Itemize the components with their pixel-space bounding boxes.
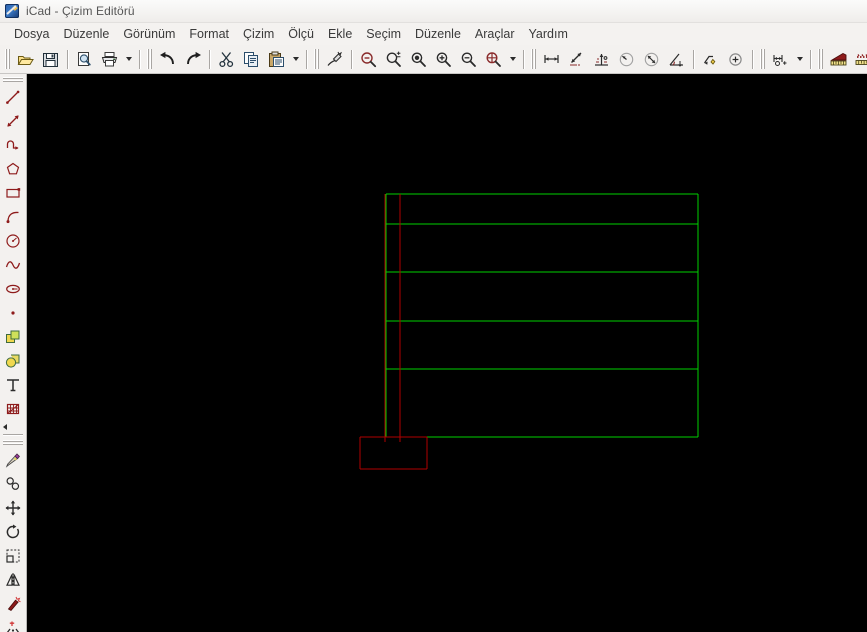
application-window: iCad - Çizim Editörü Dosya Düzenle Görün… [0,0,867,632]
print-dropdown-arrow[interactable] [122,47,135,72]
toolbar-grip[interactable] [313,49,320,69]
hatch-icon[interactable] [1,397,25,421]
redo-icon[interactable] [180,47,205,72]
dimension-style-dropdown-arrow[interactable] [793,47,806,72]
zoom-previous-icon[interactable] [356,47,381,72]
menu-gorunum[interactable]: Görünüm [116,25,182,43]
text-icon[interactable] [1,373,25,397]
menu-yardim[interactable]: Yardım [522,25,575,43]
block-insert-icon[interactable] [1,349,25,373]
zoom-in-icon[interactable] [431,47,456,72]
drawing-geometry [359,193,699,470]
zoom-window-icon[interactable] [381,47,406,72]
block-make-icon[interactable] [1,325,25,349]
scale-icon[interactable] [1,544,25,568]
menu-duzenle[interactable]: Düzenle [56,25,116,43]
line-icon[interactable] [1,85,25,109]
menu-dosya[interactable]: Dosya [7,25,56,43]
print-preview-icon[interactable] [72,47,97,72]
paste-icon[interactable] [264,47,289,72]
sidebar-grip-draw[interactable] [3,76,23,83]
zoom-dropdown-arrow[interactable] [506,47,519,72]
print-icon[interactable] [97,47,122,72]
move-icon[interactable] [1,496,25,520]
toolbar-grip[interactable] [146,49,153,69]
explode-icon[interactable] [1,592,25,616]
zoom-all-icon[interactable] [481,47,506,72]
linetype-icon[interactable] [851,47,867,72]
zoom-realtime-icon[interactable] [406,47,431,72]
copy-object-icon[interactable] [1,472,25,496]
menu-duzenle-2[interactable]: Düzenle [408,25,468,43]
draw-modify-toolbar [0,74,27,632]
polyline-icon[interactable] [1,133,25,157]
dimension-linear-icon[interactable] [539,47,564,72]
rectangle-icon[interactable] [1,181,25,205]
layer-properties-icon[interactable] [826,47,851,72]
main-toolbar [0,45,867,74]
menu-format[interactable]: Format [182,25,236,43]
title-bar: iCad - Çizim Editörü [0,0,867,23]
menu-olcu[interactable]: Ölçü [281,25,321,43]
toolbar-separator [306,49,307,69]
toolbar-separator [752,49,753,69]
toolbar-separator [209,49,210,69]
sidebar-grip-modify[interactable] [3,439,23,446]
menu-cizim[interactable]: Çizim [236,25,281,43]
workspace [0,74,867,632]
dimension-style-icon[interactable] [768,47,793,72]
menu-bar: Dosya Düzenle Görünüm Format Çizim Ölçü … [0,23,867,45]
open-folder-icon[interactable] [13,47,38,72]
dimension-center-icon[interactable] [723,47,748,72]
dimension-radius-icon[interactable] [614,47,639,72]
dimension-leader-icon[interactable] [698,47,723,72]
circle-icon[interactable] [1,229,25,253]
ellipse-icon[interactable] [1,277,25,301]
drawing-canvas[interactable] [27,74,867,632]
toolbar-grip[interactable] [4,49,11,69]
toolbar-separator [810,49,811,69]
dimension-diameter-icon[interactable] [639,47,664,72]
construction-line-icon[interactable] [1,109,25,133]
mirror-icon[interactable] [1,568,25,592]
toolbar-separator [351,49,352,69]
point-icon[interactable] [1,301,25,325]
array-icon[interactable] [1,616,25,632]
menu-araclar[interactable]: Araçlar [468,25,522,43]
arc-icon[interactable] [1,205,25,229]
toolbar-separator [523,49,524,69]
paste-dropdown-arrow[interactable] [289,47,302,72]
toolbar-grip[interactable] [759,49,766,69]
rotate-icon[interactable] [1,520,25,544]
dimension-ordinate-icon[interactable] [589,47,614,72]
undo-icon[interactable] [155,47,180,72]
toolbar-separator [693,49,694,69]
toolbar-grip[interactable] [530,49,537,69]
zoom-out-icon[interactable] [456,47,481,72]
copy-icon[interactable] [239,47,264,72]
menu-secim[interactable]: Seçim [359,25,408,43]
match-properties-icon[interactable] [322,47,347,72]
app-icon [5,4,19,18]
draw-toolbar-overflow-icon[interactable] [1,421,25,432]
toolbar-grip[interactable] [817,49,824,69]
dimension-angular-icon[interactable] [664,47,689,72]
cut-icon[interactable] [214,47,239,72]
erase-icon[interactable] [1,448,25,472]
sidebar-separator [3,434,23,435]
polygon-icon[interactable] [1,157,25,181]
window-title: iCad - Çizim Editörü [26,4,135,18]
menu-ekle[interactable]: Ekle [321,25,359,43]
save-icon[interactable] [38,47,63,72]
spline-icon[interactable] [1,253,25,277]
toolbar-separator [67,49,68,69]
dimension-aligned-icon[interactable] [564,47,589,72]
toolbar-separator [139,49,140,69]
